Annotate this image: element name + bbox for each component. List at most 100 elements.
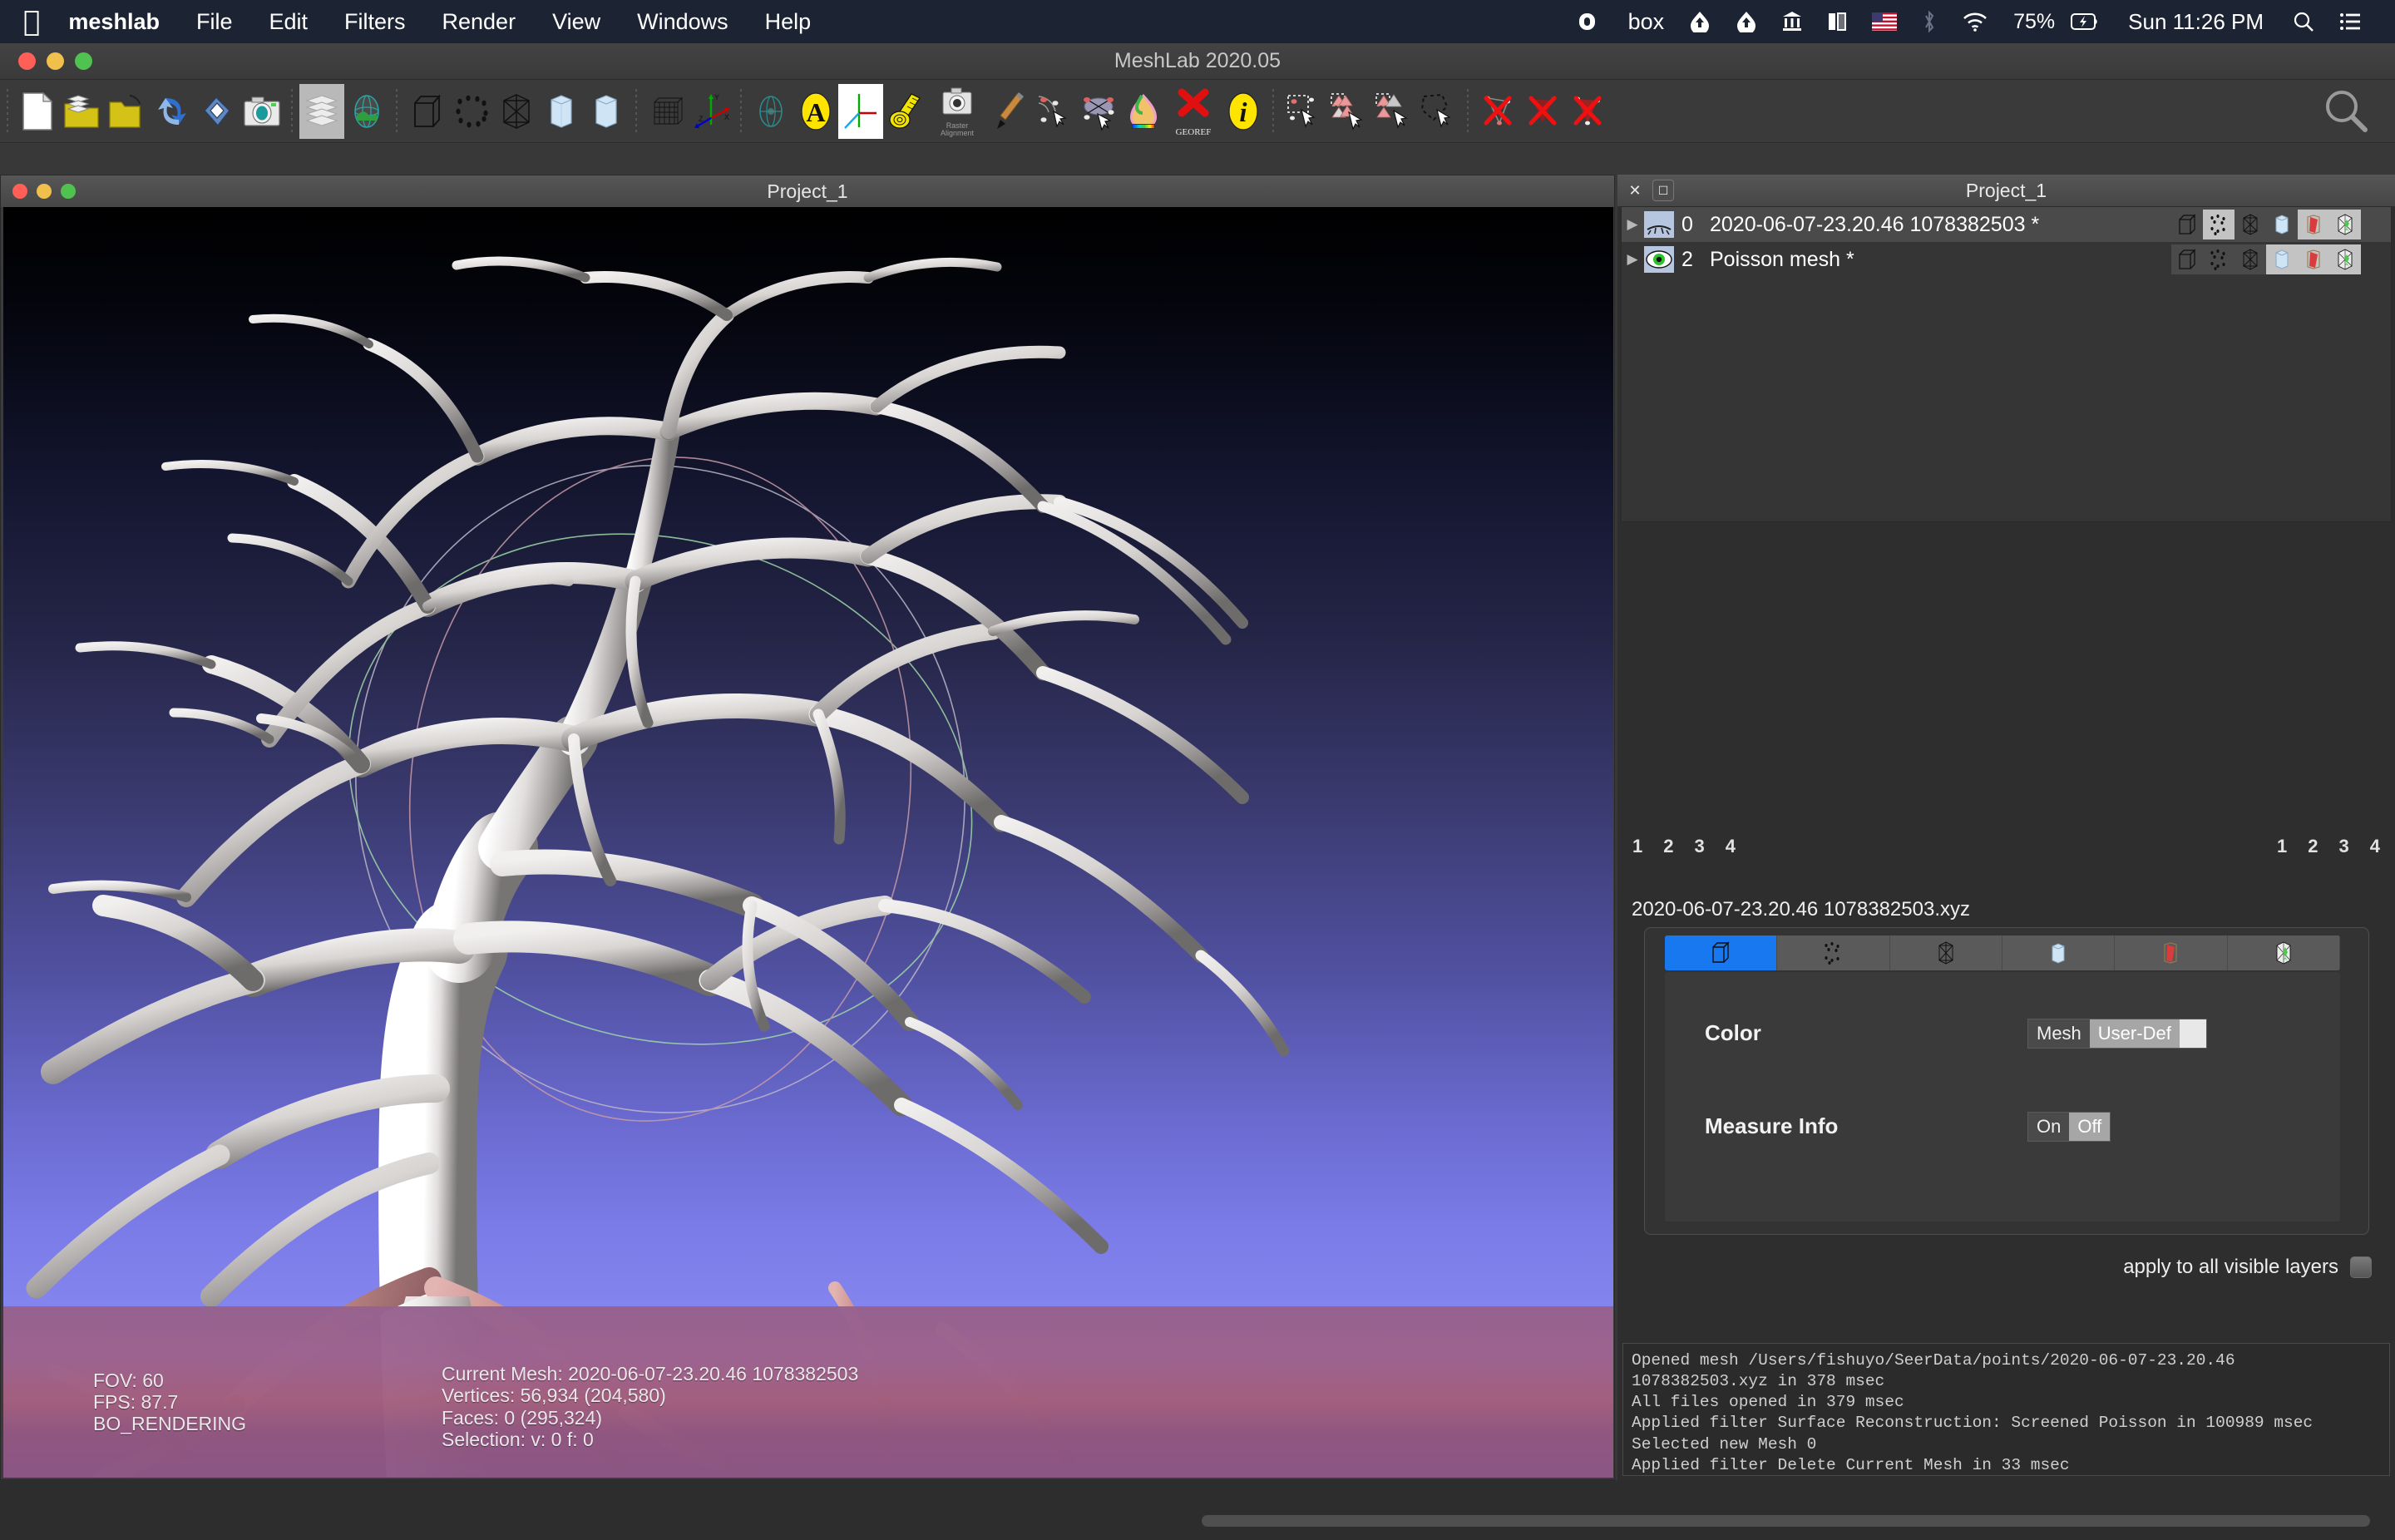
- layer-render-modes[interactable]: [2171, 210, 2361, 239]
- table-row[interactable]: ▶ 0 2020-06-07-23.20.46 1078382503 *: [1622, 207, 2391, 242]
- align-tool-button[interactable]: [1076, 84, 1121, 139]
- bounding-box-icon[interactable]: [2171, 244, 2203, 274]
- axis-tool-button[interactable]: [838, 83, 883, 139]
- flat-lines-button[interactable]: [539, 84, 584, 139]
- color-toggle[interactable]: Mesh User-Def: [2027, 1018, 2207, 1049]
- delete-faces-button[interactable]: [1475, 84, 1520, 139]
- info-tool-button[interactable]: i: [1221, 84, 1266, 139]
- menubar-clock[interactable]: Sun 11:26 PM: [2111, 9, 2280, 35]
- bounding-box-button[interactable]: [404, 84, 449, 139]
- points-icon[interactable]: [2203, 210, 2235, 239]
- bank-icon[interactable]: [1770, 11, 1815, 32]
- col-num-1[interactable]: 1: [1632, 836, 1642, 857]
- flat-icon[interactable]: [2266, 244, 2298, 274]
- apple-logo-icon[interactable]: : [23, 7, 40, 36]
- delete-vertices-button[interactable]: [1520, 84, 1565, 139]
- points-icon[interactable]: [2203, 244, 2235, 274]
- new-project-button[interactable]: [15, 84, 60, 139]
- select-rect-button[interactable]: [1281, 84, 1326, 139]
- wireframe-icon[interactable]: [2235, 210, 2266, 239]
- bounding-box-icon[interactable]: [2171, 210, 2203, 239]
- tab-flat[interactable]: [2002, 935, 2116, 970]
- text-tool-button[interactable]: A: [793, 84, 838, 139]
- reload-button[interactable]: [150, 84, 195, 139]
- menu-file[interactable]: File: [178, 9, 251, 35]
- open-project-button[interactable]: [105, 84, 150, 139]
- apply-to-all-layers-checkbox[interactable]: [2350, 1256, 2372, 1278]
- col-num-4[interactable]: 4: [2370, 836, 2380, 857]
- smooth-shading-button[interactable]: [584, 84, 629, 139]
- toolbar-search-icon[interactable]: [2317, 82, 2375, 141]
- hidden-lines-button[interactable]: [644, 84, 689, 139]
- render-params-tabs[interactable]: [1665, 935, 2340, 970]
- z-painting-button[interactable]: [1031, 84, 1076, 139]
- col-num-1[interactable]: 1: [2277, 836, 2287, 857]
- color-option-userdef[interactable]: User-Def: [2089, 1019, 2180, 1048]
- eye-closed-icon[interactable]: [1643, 210, 1675, 239]
- tab-wireframe[interactable]: [1890, 935, 2002, 970]
- battery-charging-icon[interactable]: [2058, 13, 2111, 30]
- select-connected-button[interactable]: [1415, 84, 1460, 139]
- texture-icon[interactable]: [2329, 210, 2361, 239]
- color-swatch[interactable]: [2179, 1019, 2206, 1048]
- quality-mapper-button[interactable]: [1121, 84, 1166, 139]
- col-num-4[interactable]: 4: [1726, 836, 1736, 857]
- video-camera-icon[interactable]: [1566, 12, 1616, 32]
- measuring-tape-button[interactable]: [883, 84, 928, 139]
- smooth-icon[interactable]: [2298, 244, 2329, 274]
- select-vertices-button[interactable]: [1370, 84, 1415, 139]
- log-panel[interactable]: Opened mesh /Users/fishuyo/SeerData/poin…: [1622, 1343, 2390, 1516]
- menu-filters[interactable]: Filters: [326, 9, 424, 35]
- menu-view[interactable]: View: [534, 9, 619, 35]
- expand-arrow-icon[interactable]: ▶: [1622, 216, 1643, 233]
- paint-brush-button[interactable]: [986, 84, 1031, 139]
- upload-cloud-icon-2[interactable]: [1723, 11, 1770, 32]
- apply-to-all-layers-row[interactable]: apply to all visible layers: [2123, 1256, 2372, 1279]
- smooth-icon[interactable]: [2298, 210, 2329, 239]
- show-layer-dialog-button[interactable]: [299, 83, 344, 139]
- raster-alignment-button[interactable]: Raster Alignment: [928, 84, 986, 139]
- georef-tool-button[interactable]: GEOREF: [1166, 84, 1221, 139]
- box-logo-icon[interactable]: box: [1616, 9, 1677, 35]
- tab-texture[interactable]: [2228, 935, 2340, 970]
- texture-icon[interactable]: [2329, 244, 2361, 274]
- opengl-viewport[interactable]: FOV: 60 FPS: 87.7 BO_RENDERING Current M…: [3, 207, 1613, 1478]
- measure-option-off[interactable]: Off: [2069, 1112, 2111, 1141]
- import-mesh-button[interactable]: [60, 84, 105, 139]
- col-num-2[interactable]: 2: [1663, 836, 1673, 857]
- menu-app-name[interactable]: meshlab: [68, 9, 178, 35]
- sphere-trackball-button[interactable]: [748, 84, 793, 139]
- col-num-3[interactable]: 3: [2339, 836, 2349, 857]
- flat-icon[interactable]: [2266, 210, 2298, 239]
- menu-help[interactable]: Help: [747, 9, 830, 35]
- snapshot-button[interactable]: [240, 84, 284, 139]
- wireframe-icon[interactable]: [2235, 244, 2266, 274]
- expand-arrow-icon[interactable]: ▶: [1622, 251, 1643, 268]
- table-row[interactable]: ▶ 2 Poisson mesh *: [1622, 242, 2391, 277]
- color-option-mesh[interactable]: Mesh: [2028, 1019, 2090, 1048]
- us-flag-icon[interactable]: [1859, 12, 1909, 31]
- split-view-icon[interactable]: [1815, 12, 1859, 32]
- axis-gizmo-button[interactable]: Y X Z: [689, 84, 733, 139]
- col-num-3[interactable]: 3: [1695, 836, 1705, 857]
- measure-option-on[interactable]: On: [2028, 1112, 2070, 1141]
- delete-selected-button[interactable]: [1565, 84, 1610, 139]
- tab-smooth[interactable]: [2115, 935, 2228, 970]
- col-num-2[interactable]: 2: [2308, 836, 2318, 857]
- measure-info-toggle[interactable]: On Off: [2027, 1111, 2111, 1142]
- layer-render-modes[interactable]: [2171, 244, 2361, 274]
- wireframe-button[interactable]: [494, 84, 539, 139]
- eye-open-icon[interactable]: [1643, 245, 1675, 274]
- menu-edit[interactable]: Edit: [250, 9, 326, 35]
- upload-cloud-icon-1[interactable]: [1676, 11, 1723, 32]
- save-project-button[interactable]: [195, 84, 240, 139]
- horizontal-scrollbar[interactable]: [1202, 1515, 2370, 1527]
- menu-render[interactable]: Render: [424, 9, 535, 35]
- wifi-icon[interactable]: [1949, 12, 2001, 32]
- control-center-icon[interactable]: [2327, 12, 2373, 31]
- menu-windows[interactable]: Windows: [619, 9, 747, 35]
- layer-list[interactable]: ▶ 0 2020-06-07-23.20.46 1078382503 * ▶ 2…: [1621, 206, 2392, 522]
- search-icon[interactable]: [2280, 11, 2327, 32]
- bluetooth-icon[interactable]: [1909, 10, 1949, 33]
- tab-bounding-box[interactable]: [1665, 935, 1778, 970]
